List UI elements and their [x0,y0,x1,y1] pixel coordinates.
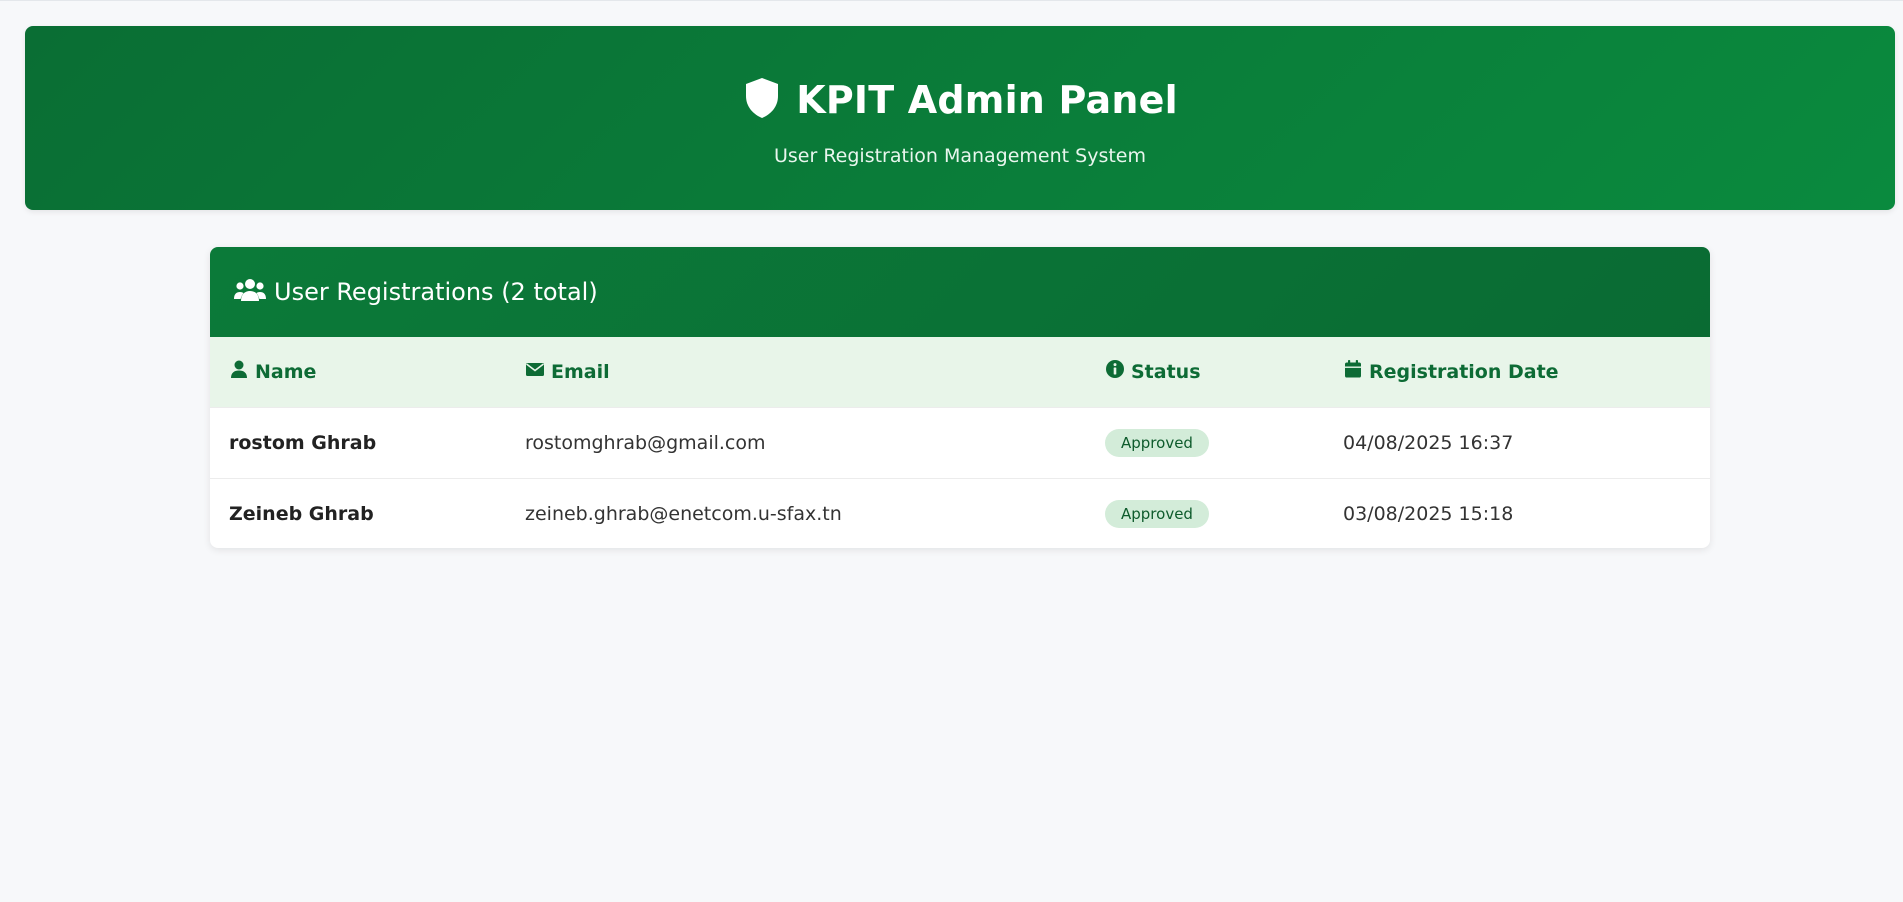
user-email-cell: zeineb.ghrab@enetcom.u-sfax.tn [525,477,1105,548]
users-icon [234,277,266,307]
header-title-row: KPIT Admin Panel [25,76,1895,124]
table-row[interactable]: Zeineb Ghrab zeineb.ghrab@enetcom.u-sfax… [210,477,1710,548]
column-header-label: Name [255,360,317,383]
column-header-label: Status [1131,360,1201,383]
column-header-label: Email [551,360,610,383]
user-name-cell: Zeineb Ghrab [210,477,525,548]
column-header-label: Registration Date [1369,360,1559,383]
registrations-title: User Registrations (2 total) [274,278,598,306]
page-title: KPIT Admin Panel [796,78,1178,122]
column-header-status[interactable]: Status [1105,337,1343,407]
info-circle-icon [1105,359,1125,384]
registration-date-cell: 04/08/2025 16:37 [1343,406,1710,478]
table-header-row: Name Email Status Registration Date [210,337,1710,407]
admin-header: KPIT Admin Panel User Registration Manag… [25,26,1895,210]
column-header-name[interactable]: Name [210,337,525,407]
registration-date-cell: 03/08/2025 15:18 [1343,477,1710,548]
calendar-icon [1343,359,1363,384]
registrations-card: User Registrations (2 total) Name Email … [210,247,1710,548]
shield-icon [742,76,782,124]
status-badge: Approved [1105,428,1209,457]
envelope-icon [525,359,545,384]
page-subtitle: User Registration Management System [773,145,1146,167]
column-header-date[interactable]: Registration Date [1343,337,1710,407]
user-email-cell: rostomghrab@gmail.com [525,406,1105,478]
column-header-email[interactable]: Email [525,337,1105,407]
table-row[interactable]: rostom Ghrab rostomghrab@gmail.com Appro… [210,406,1710,478]
user-name-cell: rostom Ghrab [210,406,525,478]
user-icon [229,359,249,384]
registrations-table: Name Email Status Registration Date rost… [210,337,1710,548]
status-badge: Approved [1105,499,1209,528]
status-cell: Approved [1105,477,1343,548]
registrations-card-header: User Registrations (2 total) [210,247,1710,337]
status-cell: Approved [1105,406,1343,478]
